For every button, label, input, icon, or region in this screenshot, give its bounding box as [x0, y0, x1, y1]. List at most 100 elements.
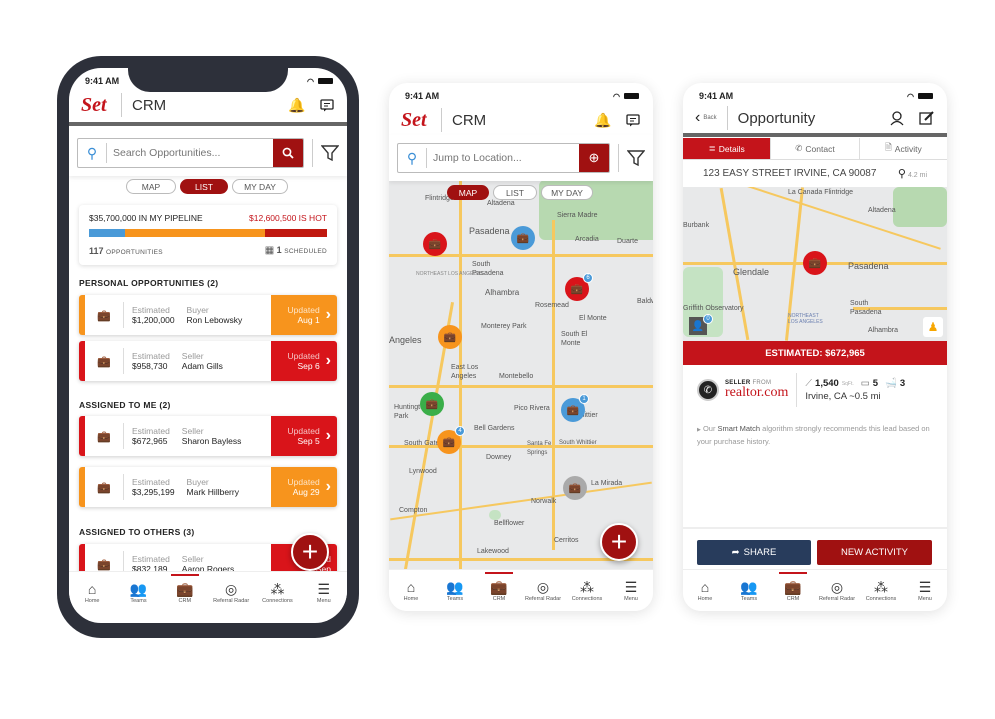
- nav-crm[interactable]: 💼 CRM: [771, 572, 815, 602]
- segment-map[interactable]: MAP: [447, 185, 489, 200]
- street-view-icon[interactable]: ♟: [923, 317, 943, 337]
- nav-crm[interactable]: 💼 CRM: [163, 574, 207, 604]
- realtor-logo: realtor.com: [725, 385, 789, 400]
- tab-contact[interactable]: ✆ Contact: [771, 138, 860, 159]
- filter-icon[interactable]: [321, 144, 339, 162]
- back-button[interactable]: ‹ Back: [695, 109, 717, 127]
- chat-icon[interactable]: [625, 112, 641, 128]
- map-marker[interactable]: 💼: [511, 226, 535, 250]
- agent-headset-icon[interactable]: [889, 110, 905, 126]
- share-icon: ➦: [731, 547, 740, 558]
- map-marker[interactable]: 💼: [563, 476, 587, 500]
- status-bar: 9:41 AM ◠: [405, 90, 639, 102]
- map-marker[interactable]: 💼: [438, 325, 462, 349]
- opportunities-label: OPPORTUNITIES: [106, 248, 163, 256]
- briefcase-icon: 💼: [425, 398, 439, 410]
- baths: 3: [899, 378, 906, 389]
- map-marker[interactable]: 💼 6: [565, 273, 593, 301]
- briefcase-icon: 💼: [176, 581, 194, 597]
- briefcase-icon: 💼: [784, 579, 802, 595]
- globe-pin-button[interactable]: ⊕: [579, 144, 609, 172]
- edit-icon[interactable]: [919, 110, 935, 126]
- nav-home[interactable]: ⌂ Home: [70, 581, 114, 604]
- address-row: 123 EASY STREET IRVINE, CA 90087 ⚲ 4.2 m…: [683, 160, 947, 187]
- add-button[interactable]: +: [291, 533, 329, 571]
- wifi-icon: ◠: [307, 77, 314, 86]
- nav-home[interactable]: ⌂ Home: [389, 579, 433, 602]
- pipeline-bar-red: [265, 229, 327, 237]
- tab-details[interactable]: ≣ Details: [683, 138, 772, 159]
- nav-menu[interactable]: ☰ Menu: [302, 581, 346, 604]
- updated-date: Aug 1: [297, 315, 320, 325]
- nav-connections[interactable]: ⁂ Connections: [255, 581, 299, 604]
- search-row: ⚲ ⊕: [389, 135, 653, 181]
- opportunity-marker[interactable]: 💼: [803, 251, 827, 275]
- home-icon: ⌂: [87, 581, 97, 597]
- scheduled-label: SCHEDULED: [284, 248, 327, 255]
- distance: 4.2 mi: [907, 172, 927, 179]
- nav-referral-radar[interactable]: ◎ Referral Radar: [521, 579, 565, 602]
- chat-icon[interactable]: [319, 97, 335, 113]
- radar-icon: ◎: [225, 581, 238, 597]
- nav-menu[interactable]: ☰ Menu: [609, 579, 653, 602]
- filter-icon[interactable]: [627, 149, 645, 167]
- location-input[interactable]: [427, 152, 579, 164]
- bell-icon[interactable]: 🔔: [288, 97, 305, 113]
- nav-home[interactable]: ⌂ Home: [683, 579, 727, 602]
- scheduled-count: 1: [276, 245, 282, 255]
- set-logo[interactable]: Set: [81, 94, 111, 117]
- nav-crm[interactable]: 💼 CRM: [477, 572, 521, 602]
- updated-date: Sep 5: [297, 436, 320, 446]
- chevron-right-icon: ›: [325, 352, 331, 369]
- map-marker[interactable]: 💼: [420, 392, 444, 416]
- nav-referral-radar[interactable]: ◎ Referral Radar: [209, 581, 253, 604]
- avatar-badge: 0: [703, 314, 713, 324]
- map-marker[interactable]: 💼: [423, 232, 447, 256]
- battery-icon: [318, 78, 333, 84]
- estimated-value: $1,200,000: [132, 315, 175, 325]
- share-button[interactable]: ➦ SHARE: [697, 540, 811, 565]
- map-pin-icon: ⚲: [897, 168, 906, 180]
- opportunity-card[interactable]: 💼 Estimated $672,965 Seller Sharon Bayless…: [79, 416, 337, 456]
- search-input[interactable]: [107, 147, 273, 159]
- agent-avatar[interactable]: 👤 0: [689, 314, 713, 335]
- map-marker[interactable]: 💼 1: [561, 394, 589, 422]
- home-icon: ⌂: [406, 579, 416, 595]
- location-pin-icon[interactable]: ⚲: [78, 145, 106, 162]
- detail-map[interactable]: La Canada Flintridge Altadena Burbank Gl…: [683, 187, 947, 341]
- nav-referral-radar[interactable]: ◎ Referral Radar: [815, 579, 859, 602]
- opportunity-card[interactable]: 💼 Estimated $958,730 Seller Adam Gills Upd…: [79, 341, 337, 381]
- add-button[interactable]: +: [600, 523, 638, 561]
- estimated-value: $3,295,199: [132, 487, 175, 497]
- briefcase-icon: 💼: [566, 404, 580, 416]
- opportunity-card[interactable]: 💼 Estimated $1,200,000 Buyer Ron Lebowsky …: [79, 295, 337, 335]
- map-marker[interactable]: 💼 4: [437, 426, 465, 454]
- segment-my-day[interactable]: MY DAY: [232, 179, 288, 194]
- pipeline-summary[interactable]: $35,700,000 IN MY PIPELINE $12,600,500 IS…: [79, 205, 337, 265]
- phone-call-icon[interactable]: ✆: [697, 379, 719, 401]
- new-activity-button[interactable]: NEW ACTIVITY: [817, 540, 932, 565]
- opportunity-card[interactable]: 💼 Estimated $3,295,199 Buyer Mark Hillberr…: [79, 467, 337, 507]
- nav-teams[interactable]: 👥 Teams: [116, 581, 160, 604]
- briefcase-icon: 💼: [97, 430, 111, 443]
- nav-menu[interactable]: ☰ Menu: [903, 579, 947, 602]
- location-text: Irvine, CA ~0.5 mi: [805, 391, 881, 402]
- segment-map[interactable]: MAP: [126, 179, 176, 194]
- listing-source: ✆ SELLER FROM realtor.com ⟋ 1,540 SqFt. ▭ 5…: [697, 373, 905, 407]
- nav-teams[interactable]: 👥 Teams: [433, 579, 477, 602]
- map-view[interactable]: Flintridge Altadena Pasadena Sierra Madr…: [389, 180, 653, 571]
- location-pin-icon[interactable]: ⚲: [398, 150, 426, 167]
- nav-connections[interactable]: ⁂ Connections: [565, 579, 609, 602]
- segment-list[interactable]: LIST: [493, 185, 537, 200]
- segment-my-day[interactable]: MY DAY: [541, 185, 593, 200]
- bell-icon[interactable]: 🔔: [594, 112, 611, 128]
- search-button[interactable]: [273, 139, 303, 167]
- teams-icon: 👥: [740, 579, 758, 595]
- radar-icon: ◎: [536, 579, 550, 595]
- nav-connections[interactable]: ⁂ Connections: [859, 579, 903, 602]
- nav-teams[interactable]: 👥 Teams: [727, 579, 771, 602]
- segment-list[interactable]: LIST: [180, 179, 228, 194]
- smart-match-note: ▶ Our Smart Match algorithm strongly rec…: [697, 424, 930, 446]
- tab-activity[interactable]: 🗎 Activity: [860, 138, 947, 159]
- set-logo[interactable]: Set: [401, 109, 431, 132]
